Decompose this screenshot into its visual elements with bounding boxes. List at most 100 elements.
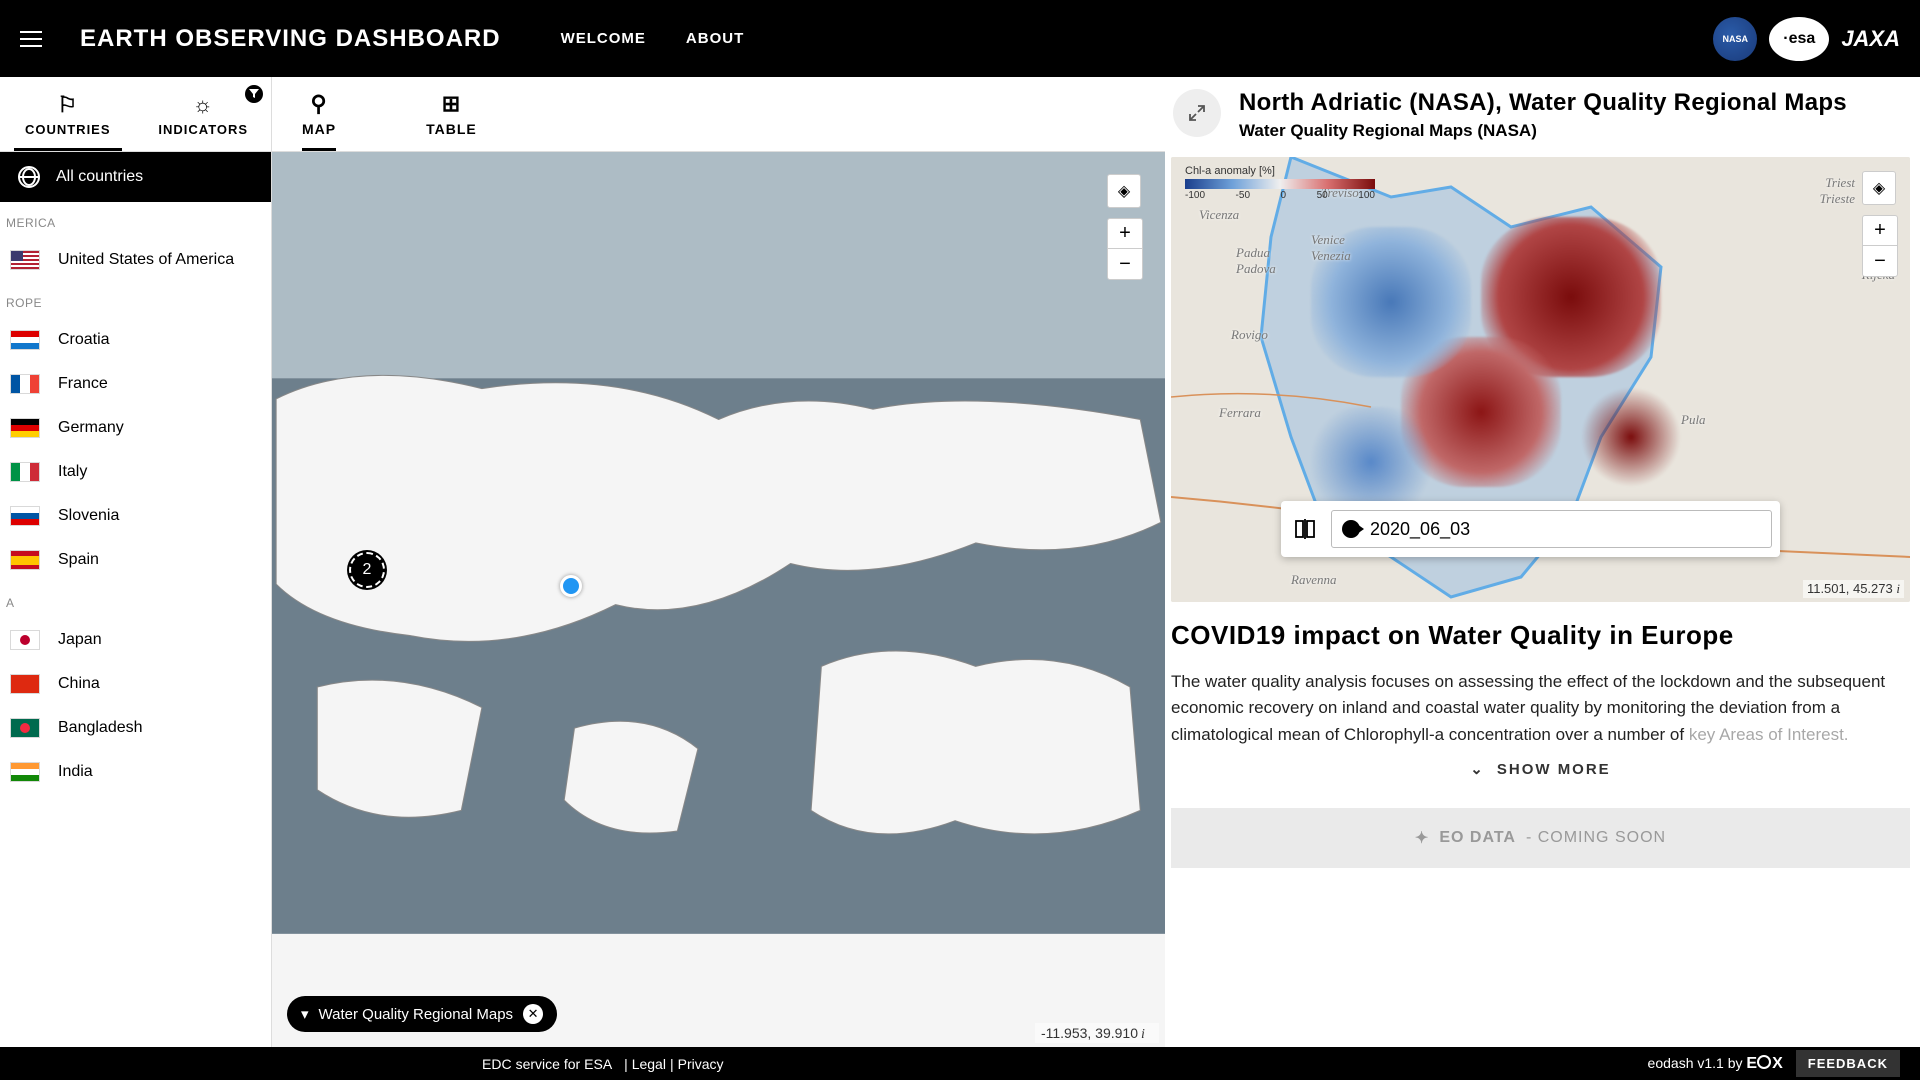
table-icon: ⊞ [442, 91, 461, 117]
globe-icon [18, 166, 40, 188]
tab-countries[interactable]: ⚐ COUNTRIES [0, 77, 136, 151]
satellite-icon: ✦ [1415, 828, 1429, 848]
layers-icon: ◈ [1118, 181, 1130, 201]
region-header: ROPE [0, 282, 271, 318]
city-label: Rovigo [1231, 327, 1268, 343]
country-item[interactable]: Italy [0, 450, 271, 494]
layers-button[interactable]: ◈ [1107, 174, 1141, 208]
country-name: France [58, 375, 108, 393]
show-more-label: SHOW MORE [1497, 761, 1611, 778]
date-input[interactable]: 2020_06_03 [1331, 510, 1772, 548]
map-point-marker[interactable] [560, 575, 582, 597]
compare-button[interactable] [1289, 513, 1321, 545]
detail-coords: 11.501, 45.273 i [1803, 580, 1904, 598]
flag-icon [10, 674, 40, 694]
country-item[interactable]: India [0, 750, 271, 794]
tab-map[interactable]: ⚲ MAP [302, 77, 336, 151]
info-icon[interactable]: i [1896, 581, 1900, 596]
expand-icon [1187, 103, 1207, 123]
footer: EDC service for ESA | Legal | Privacy eo… [0, 1047, 1920, 1080]
country-item[interactable]: United States of America [0, 238, 271, 282]
indicator-filter-badge[interactable] [245, 85, 263, 103]
footer-esa-link[interactable]: ESA [584, 1056, 612, 1072]
flag-icon: ⚐ [57, 92, 78, 118]
flag-icon [10, 506, 40, 526]
zoom-control: + − [1107, 218, 1143, 280]
world-map-svg [272, 152, 1165, 1047]
expand-button[interactable] [1173, 89, 1221, 137]
flag-icon [10, 330, 40, 350]
map-icon: ⚲ [311, 91, 328, 117]
city-label: Ferrara [1219, 405, 1261, 421]
country-item[interactable]: Croatia [0, 318, 271, 362]
all-countries-item[interactable]: All countries [0, 152, 271, 202]
lightbulb-icon: ☼ [193, 92, 214, 118]
detail-subtitle: Water Quality Regional Maps (NASA) [1239, 121, 1847, 141]
chip-close-button[interactable]: ✕ [523, 1004, 543, 1024]
flag-icon [10, 418, 40, 438]
flag-icon [10, 630, 40, 650]
flag-icon [10, 250, 40, 270]
tag-icon [1342, 520, 1360, 538]
city-label: Padua Padova [1236, 245, 1276, 277]
nav-about[interactable]: ABOUT [686, 30, 744, 47]
country-item[interactable]: Bangladesh [0, 706, 271, 750]
country-name: Slovenia [58, 507, 119, 525]
detail-map[interactable]: Treviso Vicenza Venice Venezia Padua Pad… [1171, 157, 1910, 602]
country-name: Germany [58, 419, 124, 437]
footer-legal-link[interactable]: Legal [632, 1056, 666, 1072]
show-more-button[interactable]: ⌄ SHOW MORE [1171, 760, 1910, 778]
flag-icon [10, 462, 40, 482]
country-name: Japan [58, 631, 102, 649]
map-filter-chip: ▾ Water Quality Regional Maps ✕ [287, 996, 557, 1032]
zoom-out-button[interactable]: − [1108, 249, 1142, 279]
country-item[interactable]: China [0, 662, 271, 706]
nasa-logo: NASA [1713, 17, 1757, 61]
country-name: India [58, 763, 93, 781]
city-label: Vicenza [1199, 207, 1239, 223]
legend: Chl-a anomaly [%] -100-50050100 [1185, 165, 1375, 201]
country-name: Italy [58, 463, 87, 481]
info-icon[interactable]: i [1141, 1027, 1153, 1039]
city-label: Venice Venezia [1311, 232, 1351, 264]
funnel-icon: ▾ [301, 1005, 309, 1023]
footer-eodash-link[interactable]: eodash [1648, 1055, 1694, 1071]
menu-button[interactable] [20, 24, 50, 54]
detail-layers-button[interactable]: ◈ [1862, 171, 1896, 205]
chip-label: Water Quality Regional Maps [319, 1006, 514, 1023]
world-map[interactable]: 2 ◈ + − ▾ Water Quality Regional Maps ✕ … [272, 152, 1165, 1047]
jaxa-logo: JAXA [1841, 26, 1900, 52]
anomaly-red [1581, 387, 1681, 487]
coming-soon-label: - COMING SOON [1526, 829, 1666, 847]
top-nav: WELCOME ABOUT [561, 30, 745, 47]
agency-logos: NASA ·esa JAXA [1713, 17, 1900, 61]
nav-welcome[interactable]: WELCOME [561, 30, 646, 47]
flag-icon [10, 762, 40, 782]
country-item[interactable]: Slovenia [0, 494, 271, 538]
esa-logo: ·esa [1769, 17, 1829, 61]
detail-panel: North Adriatic (NASA), Water Quality Reg… [1165, 77, 1920, 1047]
chevron-down-icon: ⌄ [1470, 760, 1485, 778]
city-label: Pula [1681, 412, 1706, 428]
map-cluster-marker[interactable]: 2 [349, 552, 385, 588]
region-header: MERICA [0, 202, 271, 238]
country-list[interactable]: MERICA United States of America ROPECroati… [0, 202, 271, 1047]
footer-privacy-link[interactable]: Privacy [678, 1056, 724, 1072]
eo-data-box: ✦ EO DATA - COMING SOON [1171, 808, 1910, 868]
country-item[interactable]: Spain [0, 538, 271, 582]
footer-edc-link[interactable]: EDC [482, 1056, 512, 1072]
tab-indicators[interactable]: ☼ INDICATORS [136, 77, 272, 151]
country-name: United States of America [58, 251, 234, 269]
country-item[interactable]: Germany [0, 406, 271, 450]
country-item[interactable]: France [0, 362, 271, 406]
tab-countries-label: COUNTRIES [25, 122, 111, 137]
feedback-button[interactable]: FEEDBACK [1796, 1050, 1900, 1077]
detail-zoom-in[interactable]: + [1863, 216, 1897, 246]
zoom-in-button[interactable]: + [1108, 219, 1142, 249]
detail-zoom-out[interactable]: − [1863, 246, 1897, 276]
tab-table[interactable]: ⊞ TABLE [426, 77, 477, 151]
country-item[interactable]: Japan [0, 618, 271, 662]
article: COVID19 impact on Water Quality in Europ… [1165, 602, 1920, 788]
tab-map-label: MAP [302, 121, 336, 137]
left-panel: ⚐ COUNTRIES ☼ INDICATORS All countries M… [0, 77, 272, 1047]
